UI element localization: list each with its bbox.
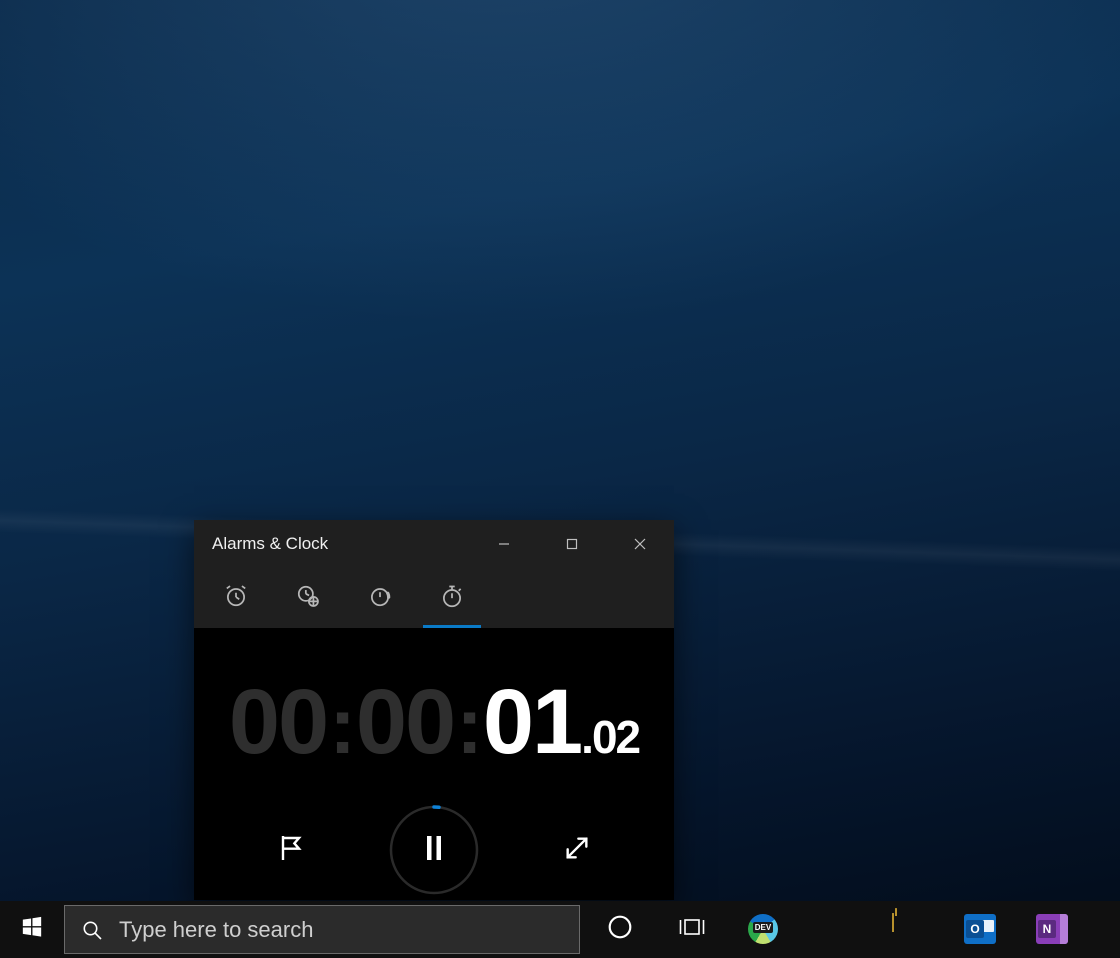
cortana-icon xyxy=(607,914,633,945)
expand-button[interactable] xyxy=(554,827,600,873)
taskbar-app-file-explorer[interactable] xyxy=(872,901,944,958)
separator-colon: : xyxy=(454,686,483,772)
seconds-value: 01 xyxy=(483,676,581,768)
stopwatch-content: 00 : 00 : 01 . 02 xyxy=(194,628,674,900)
hours-value: 00 xyxy=(229,676,327,768)
outlook-icon: O xyxy=(964,914,996,946)
task-view-icon xyxy=(677,915,707,944)
lap-button[interactable] xyxy=(268,827,314,873)
pause-button[interactable] xyxy=(388,804,480,896)
window-controls xyxy=(470,520,674,568)
tab-world-clock[interactable] xyxy=(272,568,344,628)
tab-timer[interactable] xyxy=(344,568,416,628)
cortana-button[interactable] xyxy=(584,901,656,958)
separator-dot: . xyxy=(581,710,592,764)
pause-icon xyxy=(422,833,446,868)
alarms-clock-window: Alarms & Clock xyxy=(194,520,674,900)
windows-logo-icon xyxy=(21,916,43,943)
minimize-button[interactable] xyxy=(470,520,538,568)
edge-icon xyxy=(820,914,852,946)
window-title: Alarms & Clock xyxy=(212,534,328,554)
taskbar-app-edge[interactable] xyxy=(800,901,872,958)
maximize-button[interactable] xyxy=(538,520,606,568)
stopwatch-time: 00 : 00 : 01 . 02 xyxy=(229,676,639,772)
hundredths-value: 02 xyxy=(592,710,639,764)
onenote-icon: N xyxy=(1036,914,1068,946)
start-button[interactable] xyxy=(0,901,64,958)
taskbar-app-outlook[interactable]: O xyxy=(944,901,1016,958)
task-view-button[interactable] xyxy=(656,901,728,958)
timer-icon xyxy=(367,583,393,614)
stopwatch-icon xyxy=(439,583,465,614)
alarm-clock-icon xyxy=(223,583,249,614)
stopwatch-controls xyxy=(268,804,600,896)
minutes-value: 00 xyxy=(356,676,454,768)
world-clock-icon xyxy=(295,583,321,614)
edge-dev-icon: DEV xyxy=(748,914,780,946)
search-input[interactable] xyxy=(119,917,579,943)
taskbar-app-edge-dev[interactable]: DEV xyxy=(728,901,800,958)
search-box[interactable] xyxy=(64,905,580,954)
flag-icon xyxy=(275,832,307,869)
separator-colon: : xyxy=(327,686,356,772)
tab-bar xyxy=(194,568,674,628)
expand-icon xyxy=(561,832,593,869)
search-icon xyxy=(65,918,119,942)
file-explorer-icon xyxy=(892,914,924,946)
close-button[interactable] xyxy=(606,520,674,568)
titlebar[interactable]: Alarms & Clock xyxy=(194,520,674,568)
taskbar-apps: DEV O N xyxy=(584,901,1088,958)
taskbar: DEV O N xyxy=(0,901,1120,958)
taskbar-app-onenote[interactable]: N xyxy=(1016,901,1088,958)
tab-alarm[interactable] xyxy=(200,568,272,628)
tab-stopwatch[interactable] xyxy=(416,568,488,628)
